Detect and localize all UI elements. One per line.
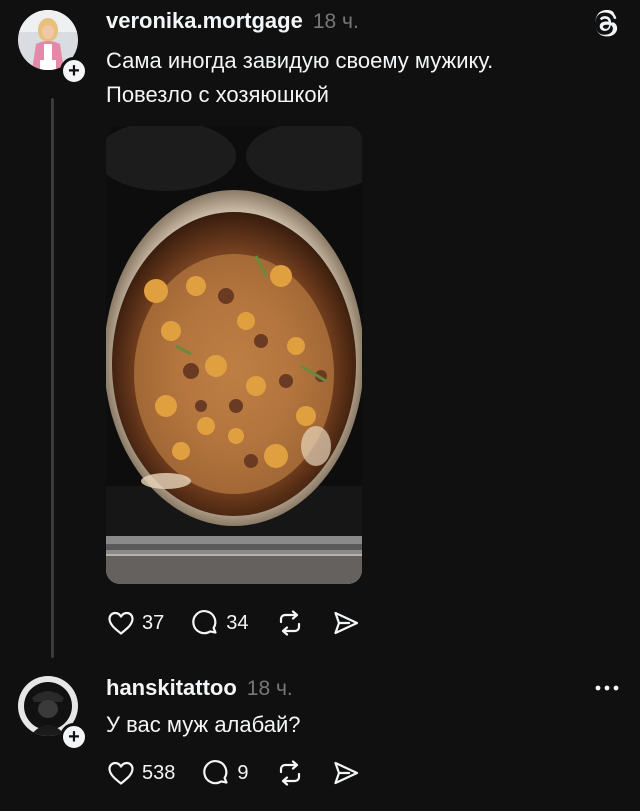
post-actions: 538 9 bbox=[106, 758, 387, 788]
like-count: 538 bbox=[142, 761, 176, 784]
thread-connector-line bbox=[51, 98, 54, 658]
repost-button[interactable] bbox=[275, 758, 305, 788]
post-time: 18 ч. bbox=[312, 10, 359, 33]
heart-icon bbox=[108, 611, 134, 635]
post-text: Сама иногда завидую своему мужику. Повез… bbox=[106, 44, 606, 112]
more-dots-icon[interactable] bbox=[594, 678, 620, 698]
send-icon bbox=[333, 611, 358, 635]
repost-icon bbox=[279, 760, 300, 786]
follow-plus-icon[interactable]: + bbox=[60, 57, 88, 85]
post-header: hanskitattoo 18 ч. bbox=[106, 675, 293, 701]
comment-bubble-icon bbox=[192, 610, 217, 635]
comment-count: 34 bbox=[226, 611, 249, 634]
like-count: 37 bbox=[142, 611, 165, 634]
post-image[interactable] bbox=[106, 126, 362, 584]
comment-button[interactable]: 9 bbox=[201, 758, 249, 788]
username[interactable]: veronika.mortgage bbox=[106, 8, 303, 34]
post-actions: 37 34 bbox=[106, 608, 387, 638]
repost-icon bbox=[279, 610, 300, 636]
reply-post: + hanskitattoo 18 ч. У вас муж алабай? 5… bbox=[0, 668, 640, 811]
post-header: veronika.mortgage 18 ч. bbox=[106, 8, 359, 34]
username[interactable]: hanskitattoo bbox=[106, 675, 237, 701]
share-button[interactable] bbox=[331, 758, 361, 788]
post: + veronika.mortgage 18 ч. Сама иногда за… bbox=[0, 0, 640, 668]
follow-plus-icon[interactable]: + bbox=[60, 723, 88, 751]
comment-count: 9 bbox=[237, 761, 249, 784]
share-button[interactable] bbox=[331, 608, 361, 638]
post-time: 18 ч. bbox=[246, 677, 293, 700]
repost-button[interactable] bbox=[275, 608, 305, 638]
comment-button[interactable]: 34 bbox=[190, 608, 249, 638]
send-icon bbox=[333, 761, 358, 785]
post-text: У вас муж алабай? bbox=[106, 712, 301, 737]
post-text-line: Повезло с хозяюшкой bbox=[106, 82, 329, 107]
heart-icon bbox=[108, 761, 134, 785]
like-button[interactable]: 538 bbox=[106, 758, 175, 788]
like-button[interactable]: 37 bbox=[106, 608, 164, 638]
post-text-line: Сама иногда завидую своему мужику. bbox=[106, 48, 494, 73]
threads-logo-icon[interactable] bbox=[592, 10, 620, 38]
comment-bubble-icon bbox=[203, 760, 228, 785]
food-pot-illustration bbox=[106, 126, 362, 584]
